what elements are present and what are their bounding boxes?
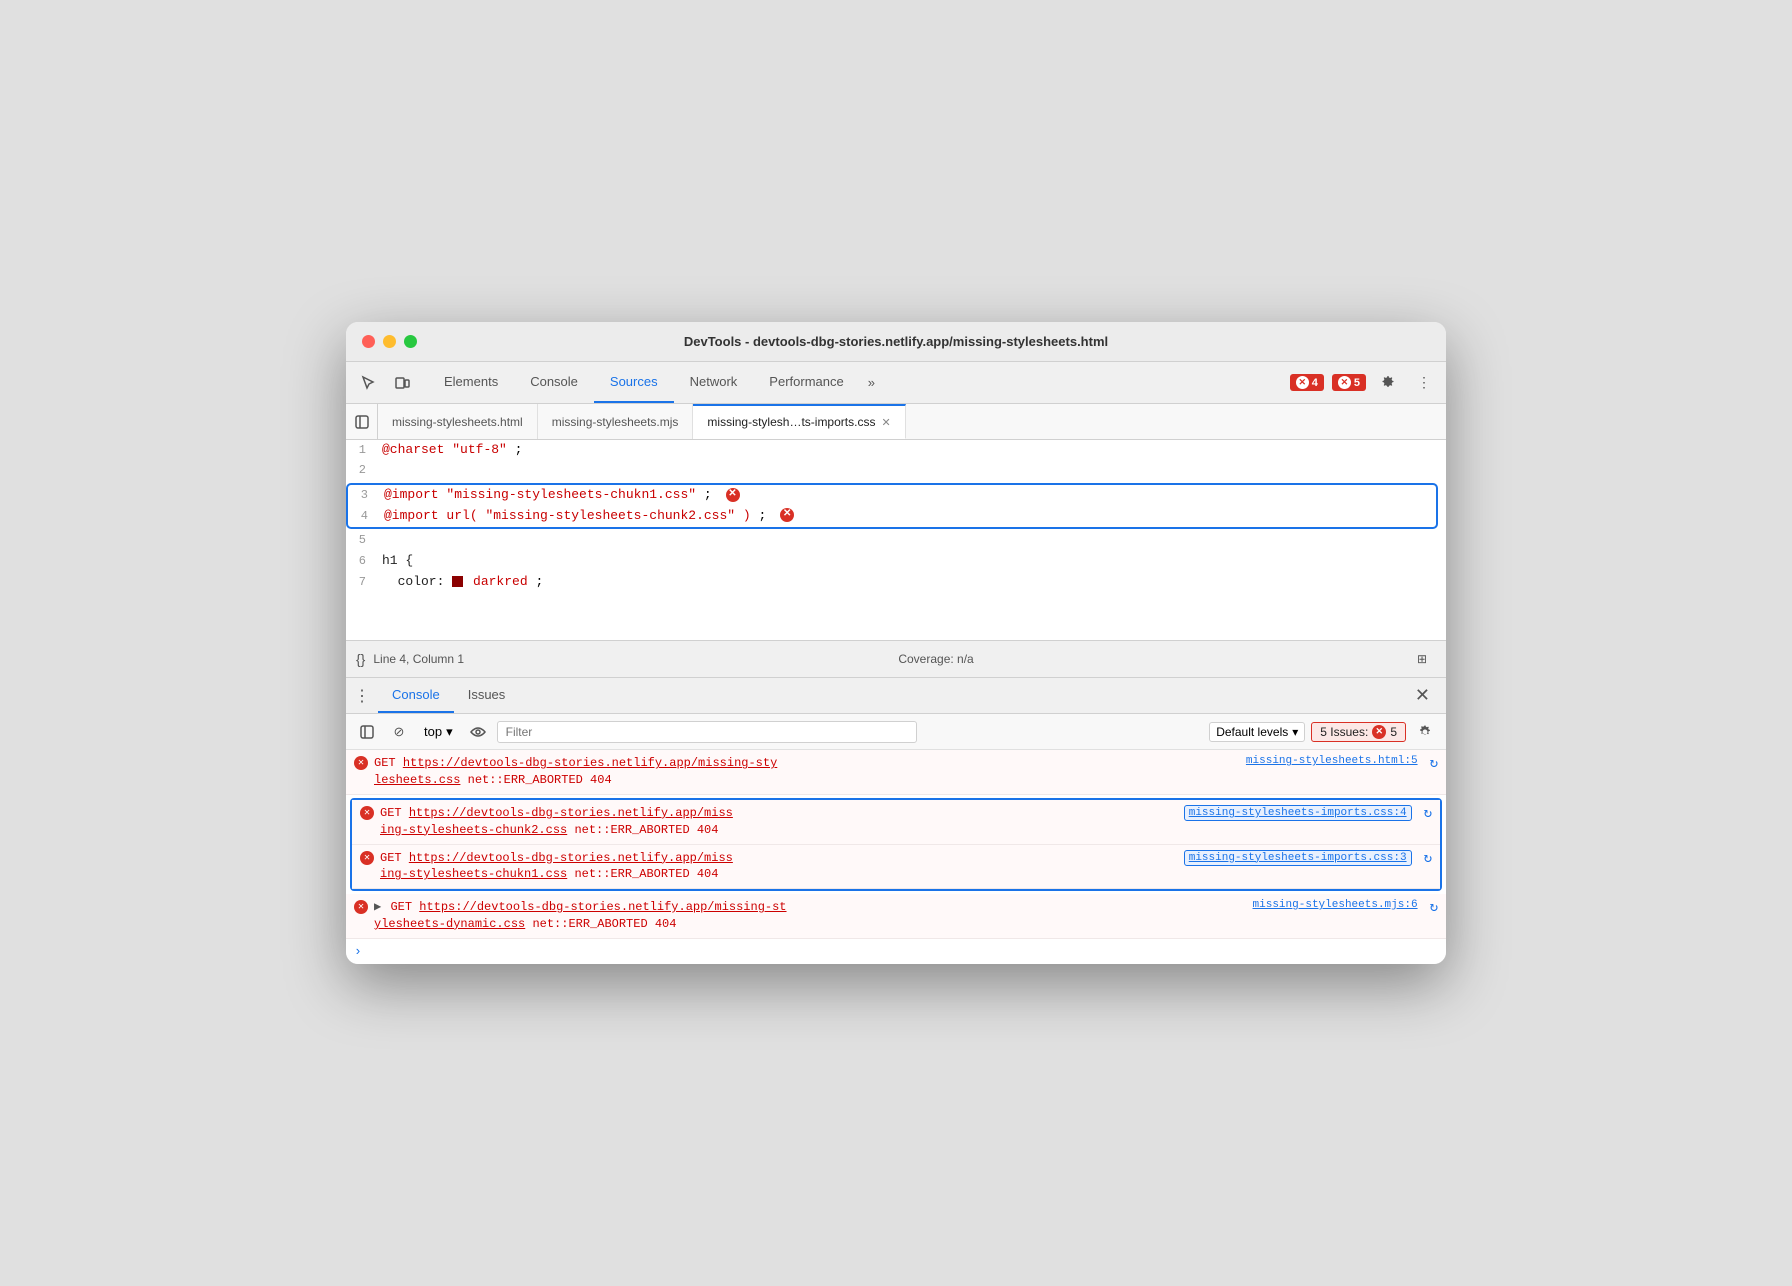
highlighted-console-block: ✕ GET https://devtools-dbg-stories.netli… <box>350 798 1442 891</box>
msg-url-3b[interactable]: ing-stylesheets-chukn1.css <box>380 867 567 881</box>
msg-source-4[interactable]: missing-stylesheets.mjs:6 <box>1253 899 1418 911</box>
msg-error-icon-1: ✕ <box>354 756 368 770</box>
tab-network[interactable]: Network <box>674 362 754 403</box>
code-line-7: 7 color: darkred ; <box>346 572 1446 593</box>
tab-sources[interactable]: Sources <box>594 362 674 403</box>
msg-url-3[interactable]: https://devtools-dbg-stories.netlify.app… <box>409 851 733 865</box>
color-swatch-darkred <box>452 576 463 587</box>
chevron-down-icon-levels: ▾ <box>1292 725 1298 739</box>
issues-count-badge[interactable]: 5 Issues: ✕ 5 <box>1311 722 1406 742</box>
console-msg-3: ✕ GET https://devtools-dbg-stories.netli… <box>352 845 1440 890</box>
msg-source-3[interactable]: missing-stylesheets-imports.css:3 <box>1184 850 1412 866</box>
msg-text-2: GET https://devtools-dbg-stories.netlify… <box>380 805 1178 839</box>
error-badge-1[interactable]: ✕ 4 <box>1290 374 1324 391</box>
console-msg-1: ✕ GET https://devtools-dbg-stories.netli… <box>346 750 1446 795</box>
code-line-2: 2 <box>346 461 1446 481</box>
minimize-button[interactable] <box>383 335 396 348</box>
msg-url-1b[interactable]: lesheets.css <box>374 773 460 787</box>
console-toolbar: ⊘ top ▾ Default levels ▾ 5 Issues: ✕ 5 <box>346 714 1446 750</box>
msg-url-1[interactable]: https://devtools-dbg-stories.netlify.app… <box>403 756 777 770</box>
more-tabs-button[interactable]: » <box>860 362 883 403</box>
refresh-icon-4[interactable]: ↻ <box>1430 899 1438 916</box>
highlighted-import-block: 3 @import "missing-stylesheets-chukn1.cs… <box>346 483 1438 529</box>
filter-input[interactable] <box>497 721 917 743</box>
msg-url-4[interactable]: https://devtools-dbg-stories.netlify.app… <box>419 900 786 914</box>
file-tabs: missing-stylesheets.html missing-stylesh… <box>346 404 1446 440</box>
console-sidebar-icon[interactable] <box>354 719 380 745</box>
error-icon-line3: ✕ <box>726 488 740 502</box>
code-line-3: 3 @import "missing-stylesheets-chukn1.cs… <box>348 485 1436 506</box>
three-dots-menu[interactable]: ⋮ <box>354 686 370 706</box>
toolbar-right: ✕ 4 ✕ 5 ⋮ <box>1290 369 1438 397</box>
tab-performance[interactable]: Performance <box>753 362 859 403</box>
toolbar-icons <box>354 369 416 397</box>
bottom-panel: ⋮ Console Issues ✕ ⊘ top ▾ <box>346 678 1446 963</box>
console-prompt[interactable]: › <box>346 939 1446 964</box>
msg-url-4b[interactable]: ylesheets-dynamic.css <box>374 917 525 931</box>
refresh-icon-2[interactable]: ↻ <box>1424 805 1432 822</box>
console-messages: ✕ GET https://devtools-dbg-stories.netli… <box>346 750 1446 963</box>
code-line-1: 1 @charset "utf-8" ; <box>346 440 1446 461</box>
msg-source-1[interactable]: missing-stylesheets.html:5 <box>1246 755 1418 767</box>
window-title: DevTools - devtools-dbg-stories.netlify.… <box>684 334 1108 349</box>
sidebar-toggle[interactable] <box>346 404 378 439</box>
console-msg-4: ✕ ▶ GET https://devtools-dbg-stories.net… <box>346 894 1446 939</box>
status-bar: {} Line 4, Column 1 Coverage: n/a ⊞ <box>346 640 1446 678</box>
titlebar: DevTools - devtools-dbg-stories.netlify.… <box>346 322 1446 362</box>
traffic-lights <box>362 335 417 348</box>
clear-console-icon[interactable]: ⊘ <box>386 719 412 745</box>
console-settings-icon[interactable] <box>1412 719 1438 745</box>
error-badge-2[interactable]: ✕ 5 <box>1332 374 1366 391</box>
code-line-6: 6 h1 { <box>346 551 1446 572</box>
tab-console-bottom[interactable]: Console <box>378 678 454 713</box>
error-x-icon-2: ✕ <box>1338 376 1351 389</box>
more-options-icon[interactable]: ⋮ <box>1410 369 1438 397</box>
code-line-5: 5 <box>346 531 1446 551</box>
tab-issues-bottom[interactable]: Issues <box>454 678 520 713</box>
refresh-icon-1[interactable]: ↻ <box>1430 755 1438 772</box>
close-bottom-panel[interactable]: ✕ <box>1407 685 1438 706</box>
coverage-icon[interactable]: ⊞ <box>1408 645 1436 673</box>
cursor-position: Line 4, Column 1 <box>373 652 464 666</box>
issues-error-icon: ✕ <box>1372 725 1386 739</box>
file-tab-html[interactable]: missing-stylesheets.html <box>378 404 538 439</box>
msg-text-3: GET https://devtools-dbg-stories.netlify… <box>380 850 1178 884</box>
status-left: {} Line 4, Column 1 <box>356 651 464 667</box>
format-icon[interactable]: {} <box>356 651 365 667</box>
devtools-window: DevTools - devtools-dbg-stories.netlify.… <box>346 322 1446 963</box>
coverage-status: Coverage: n/a <box>898 652 973 666</box>
tab-elements[interactable]: Elements <box>428 362 514 403</box>
inspect-icon[interactable] <box>354 369 382 397</box>
code-line-4: 4 @import url( "missing-stylesheets-chun… <box>348 506 1436 527</box>
error-icon-line4: ✕ <box>780 508 794 522</box>
error-x-icon-1: ✕ <box>1296 376 1309 389</box>
eye-icon[interactable] <box>465 719 491 745</box>
expand-arrow-4[interactable]: ▶ <box>374 900 381 914</box>
tab-list: Elements Console Sources Network Perform… <box>428 362 1286 403</box>
default-levels-dropdown[interactable]: Default levels ▾ <box>1209 722 1305 742</box>
msg-url-2[interactable]: https://devtools-dbg-stories.netlify.app… <box>409 806 733 820</box>
msg-text-1: GET https://devtools-dbg-stories.netlify… <box>374 755 1240 789</box>
tab-console[interactable]: Console <box>514 362 594 403</box>
file-tab-css[interactable]: missing-stylesh…ts-imports.css ✕ <box>693 404 905 439</box>
msg-source-2[interactable]: missing-stylesheets-imports.css:4 <box>1184 805 1412 821</box>
console-msg-2: ✕ GET https://devtools-dbg-stories.netli… <box>352 800 1440 845</box>
refresh-icon-3[interactable]: ↻ <box>1424 850 1432 867</box>
file-tab-mjs[interactable]: missing-stylesheets.mjs <box>538 404 694 439</box>
msg-error-icon-3: ✕ <box>360 851 374 865</box>
code-editor: 1 @charset "utf-8" ; 2 3 @import "missin… <box>346 440 1446 640</box>
device-icon[interactable] <box>388 369 416 397</box>
file-tab-close[interactable]: ✕ <box>881 416 890 429</box>
settings-icon[interactable] <box>1374 369 1402 397</box>
chevron-down-icon: ▾ <box>446 724 453 740</box>
maximize-button[interactable] <box>404 335 417 348</box>
msg-error-icon-4: ✕ <box>354 900 368 914</box>
msg-text-4: ▶ GET https://devtools-dbg-stories.netli… <box>374 899 1247 933</box>
msg-error-icon-2: ✕ <box>360 806 374 820</box>
top-selector[interactable]: top ▾ <box>418 722 459 742</box>
close-button[interactable] <box>362 335 375 348</box>
devtools-toolbar: Elements Console Sources Network Perform… <box>346 362 1446 404</box>
msg-url-2b[interactable]: ing-stylesheets-chunk2.css <box>380 823 567 837</box>
bottom-tabs: ⋮ Console Issues ✕ <box>346 678 1446 714</box>
